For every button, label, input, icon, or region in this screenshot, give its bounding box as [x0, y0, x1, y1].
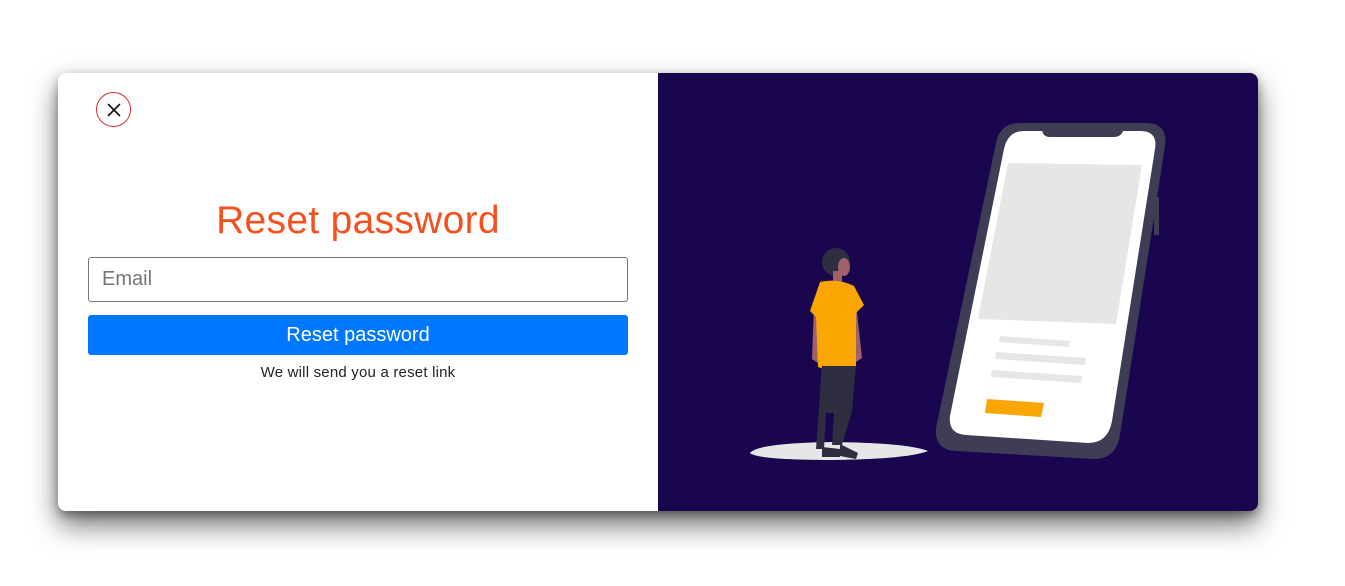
form-panel: Reset password Reset password We will se… — [58, 73, 658, 511]
page-title: Reset password — [216, 199, 500, 242]
close-icon — [107, 103, 120, 116]
reset-password-modal: Reset password Reset password We will se… — [58, 73, 1258, 511]
email-field[interactable] — [88, 257, 628, 302]
reset-password-button[interactable]: Reset password — [88, 315, 628, 355]
person-figure — [810, 248, 864, 459]
illustration-panel — [658, 73, 1258, 511]
reset-hint-text: We will send you a reset link — [260, 364, 456, 381]
close-button[interactable] — [96, 92, 131, 127]
phone-graphic — [935, 123, 1166, 459]
phone-illustration — [750, 123, 1166, 460]
